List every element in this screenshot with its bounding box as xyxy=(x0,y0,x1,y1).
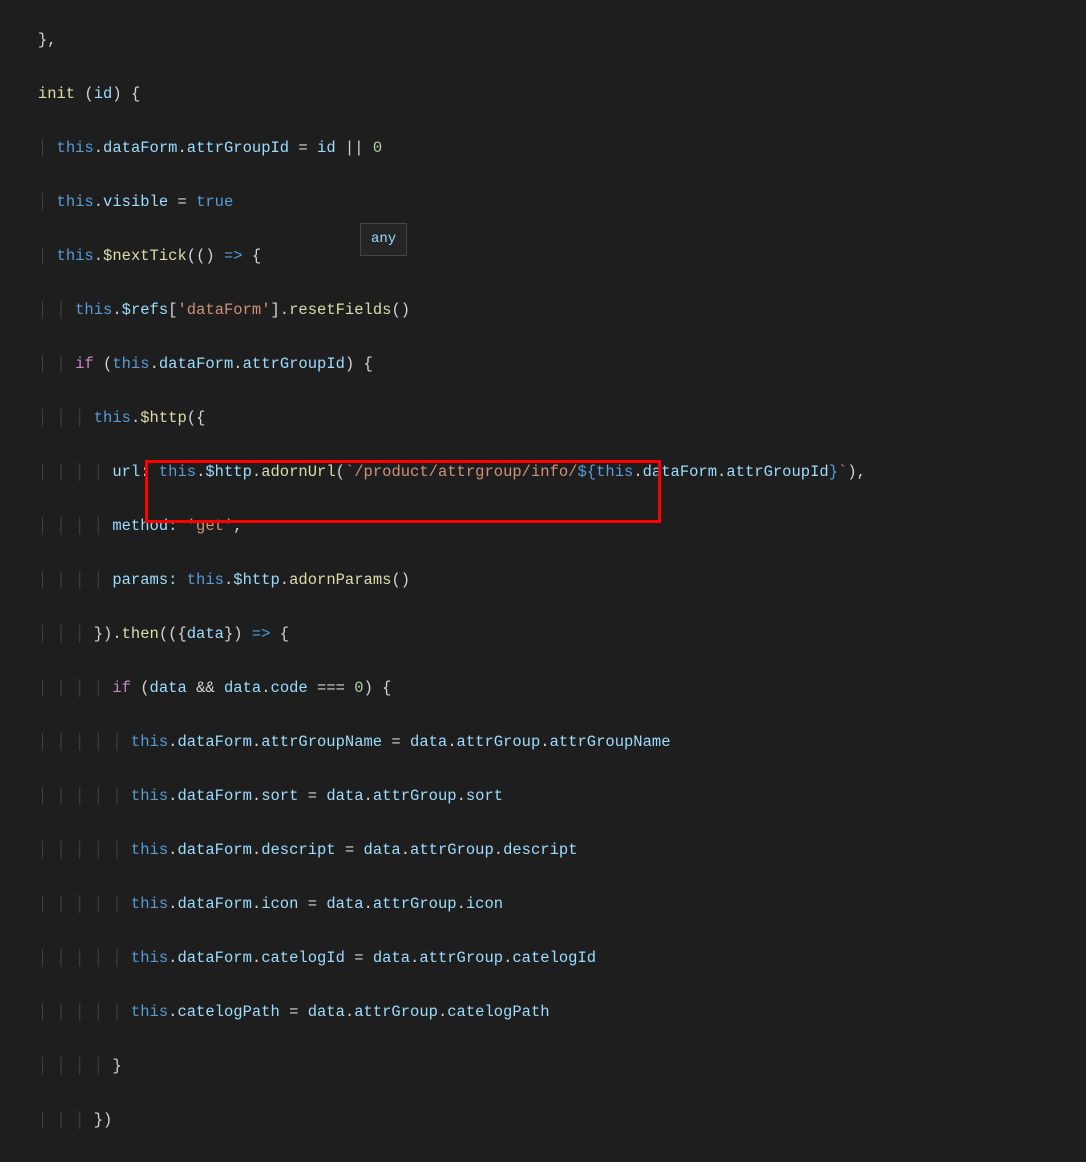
code-line[interactable]: │ │ │ │ │ this.catelogPath = data.attrGr… xyxy=(10,999,1086,1026)
code-line[interactable]: │ │ │ │ if (data && data.code === 0) { xyxy=(10,675,1086,702)
code-line[interactable]: │ │ │ │ │ this.dataForm.attrGroupName = … xyxy=(10,729,1086,756)
code-line[interactable]: │ │ } xyxy=(10,1161,1086,1162)
code-line[interactable]: }, xyxy=(10,27,1086,54)
code-line[interactable]: │ │ │ │ │ this.dataForm.icon = data.attr… xyxy=(10,891,1086,918)
code-line[interactable]: │ │ │ }).then(({data}) => { xyxy=(10,621,1086,648)
code-line[interactable]: │ │ │ }) xyxy=(10,1107,1086,1134)
code-line[interactable]: │ │ if (this.dataForm.attrGroupId) { xyxy=(10,351,1086,378)
code-line[interactable]: │ │ │ │ │ this.dataForm.catelogId = data… xyxy=(10,945,1086,972)
code-line[interactable]: │ │ │ this.$http({ xyxy=(10,405,1086,432)
code-line[interactable]: │ │ │ │ │ this.dataForm.descript = data.… xyxy=(10,837,1086,864)
code-line[interactable]: │ │ │ │ │ this.dataForm.sort = data.attr… xyxy=(10,783,1086,810)
code-line[interactable]: │ │ │ │ url: this.$http.adornUrl(`/produ… xyxy=(10,459,1086,486)
code-line[interactable]: │ │ │ │ } xyxy=(10,1053,1086,1080)
code-line[interactable]: │ this.$nextTick(() => { xyxy=(10,243,1086,270)
hover-tooltip: any xyxy=(360,223,407,256)
code-editor[interactable]: }, init (id) { │ this.dataForm.attrGroup… xyxy=(0,0,1086,1162)
code-line[interactable]: │ this.dataForm.attrGroupId = id || 0 xyxy=(10,135,1086,162)
code-line[interactable]: │ │ │ │ method: 'get', xyxy=(10,513,1086,540)
code-line[interactable]: │ this.visible = true xyxy=(10,189,1086,216)
code-line[interactable]: │ │ this.$refs['dataForm'].resetFields() xyxy=(10,297,1086,324)
code-line[interactable]: init (id) { xyxy=(10,81,1086,108)
